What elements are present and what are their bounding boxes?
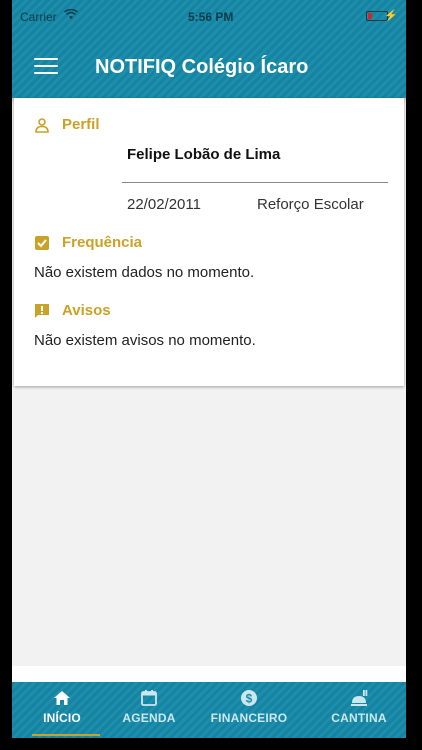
course-name: Reforço Escolar bbox=[257, 196, 364, 213]
nav-label-cantina: CANTINA bbox=[331, 711, 387, 725]
nav-label-inicio: INÍCIO bbox=[43, 711, 81, 725]
profile-section-header: Perfil bbox=[34, 116, 100, 133]
status-bar: Carrier 5:56 PM ⚡ bbox=[12, 0, 406, 34]
person-icon bbox=[34, 117, 50, 133]
dollar-icon: $ bbox=[239, 688, 259, 708]
nav-item-agenda[interactable]: AGENDA bbox=[112, 682, 186, 738]
calendar-icon bbox=[139, 688, 159, 708]
app-header: Carrier 5:56 PM ⚡ NOTIFIQ Colégio Ícaro bbox=[12, 0, 406, 98]
carrier-label: Carrier bbox=[20, 10, 57, 24]
content-bottom-strip bbox=[12, 666, 406, 682]
food-icon bbox=[349, 688, 369, 708]
hamburger-menu-icon[interactable] bbox=[34, 58, 58, 78]
attendance-empty-message: Não existem dados no momento. bbox=[34, 264, 255, 281]
nav-item-cantina[interactable]: CANTINA bbox=[312, 682, 406, 738]
svg-text:$: $ bbox=[246, 692, 253, 706]
checkbox-icon bbox=[34, 235, 50, 251]
wifi-icon bbox=[64, 8, 78, 23]
student-name: Felipe Lobão de Lima bbox=[127, 146, 281, 163]
birth-date: 22/02/2011 bbox=[127, 196, 201, 213]
summary-card: Perfil Felipe Lobão de Lima 22/02/2011 R… bbox=[14, 98, 404, 386]
nav-item-financeiro[interactable]: $ FINANCEIRO bbox=[186, 682, 312, 738]
attendance-section-label: Frequência bbox=[62, 234, 143, 251]
notices-empty-message: Não existem avisos no momento. bbox=[34, 332, 256, 349]
alert-icon bbox=[34, 303, 50, 319]
home-icon bbox=[52, 688, 72, 708]
page-title: NOTIFIQ Colégio Ícaro bbox=[95, 56, 309, 78]
profile-section-label: Perfil bbox=[62, 116, 100, 133]
divider bbox=[122, 182, 388, 183]
bottom-navigation: INÍCIO AGENDA $ FINANCEIRO CANTINA bbox=[12, 682, 406, 738]
charging-icon: ⚡ bbox=[384, 10, 398, 22]
attendance-section-header: Frequência bbox=[34, 234, 142, 251]
nav-item-inicio[interactable]: INÍCIO bbox=[12, 682, 112, 738]
nav-label-agenda: AGENDA bbox=[122, 711, 176, 725]
notices-section-label: Avisos bbox=[62, 302, 111, 319]
notices-section-header: Avisos bbox=[34, 302, 111, 319]
nav-label-financeiro: FINANCEIRO bbox=[210, 711, 288, 725]
status-time: 5:56 PM bbox=[188, 10, 234, 24]
app-screen: Carrier 5:56 PM ⚡ NOTIFIQ Colégio Ícaro … bbox=[12, 0, 406, 738]
